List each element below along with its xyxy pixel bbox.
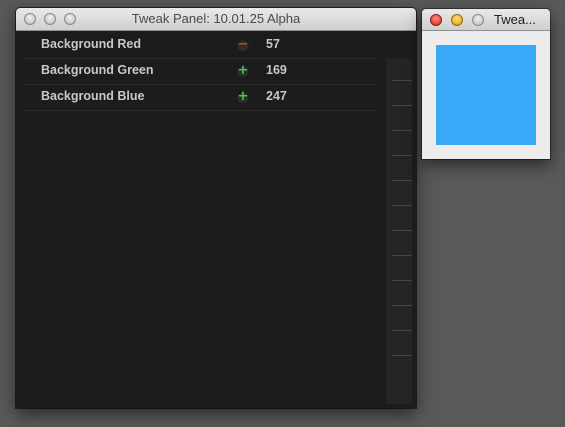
preview-titlebar[interactable]: Twea...: [422, 9, 550, 31]
increment-icon[interactable]: +: [237, 90, 249, 103]
param-value[interactable]: 169: [266, 63, 287, 77]
track-tick: [392, 355, 412, 356]
color-swatch: [436, 45, 536, 145]
track-tick: [392, 255, 412, 256]
panel-titlebar[interactable]: Tweak Panel: 10.01.25 Alpha: [16, 8, 416, 31]
param-row-green: Background Green + 169: [24, 59, 376, 85]
param-value[interactable]: 57: [266, 37, 280, 51]
zoom-button[interactable]: [472, 14, 484, 26]
panel-title: Tweak Panel: 10.01.25 Alpha: [131, 11, 301, 26]
param-row-red: Background Red − 57: [24, 33, 376, 59]
param-label: Background Blue: [41, 89, 145, 103]
track-tick: [392, 130, 412, 131]
minimize-button[interactable]: [451, 14, 463, 26]
decrement-icon[interactable]: −: [237, 38, 249, 51]
track-tick: [392, 305, 412, 306]
param-label: Background Green: [41, 63, 154, 77]
track-tick: [392, 330, 412, 331]
track-tick: [392, 280, 412, 281]
tweak-panel-window: Tweak Panel: 10.01.25 Alpha Background R…: [16, 8, 416, 408]
param-label: Background Red: [41, 37, 142, 51]
scroll-track[interactable]: [386, 58, 412, 404]
preview-title: Twea...: [494, 12, 536, 27]
param-value[interactable]: 247: [266, 89, 287, 103]
track-tick: [392, 105, 412, 106]
close-button[interactable]: [430, 14, 442, 26]
track-tick: [392, 80, 412, 81]
track-tick: [392, 230, 412, 231]
track-tick: [392, 205, 412, 206]
track-tick: [392, 155, 412, 156]
increment-icon[interactable]: +: [237, 64, 249, 77]
param-list: Background Red − 57 Background Green + 1…: [24, 33, 376, 111]
track-tick: [392, 180, 412, 181]
param-row-blue: Background Blue + 247: [24, 85, 376, 111]
preview-window: Twea...: [422, 9, 550, 159]
